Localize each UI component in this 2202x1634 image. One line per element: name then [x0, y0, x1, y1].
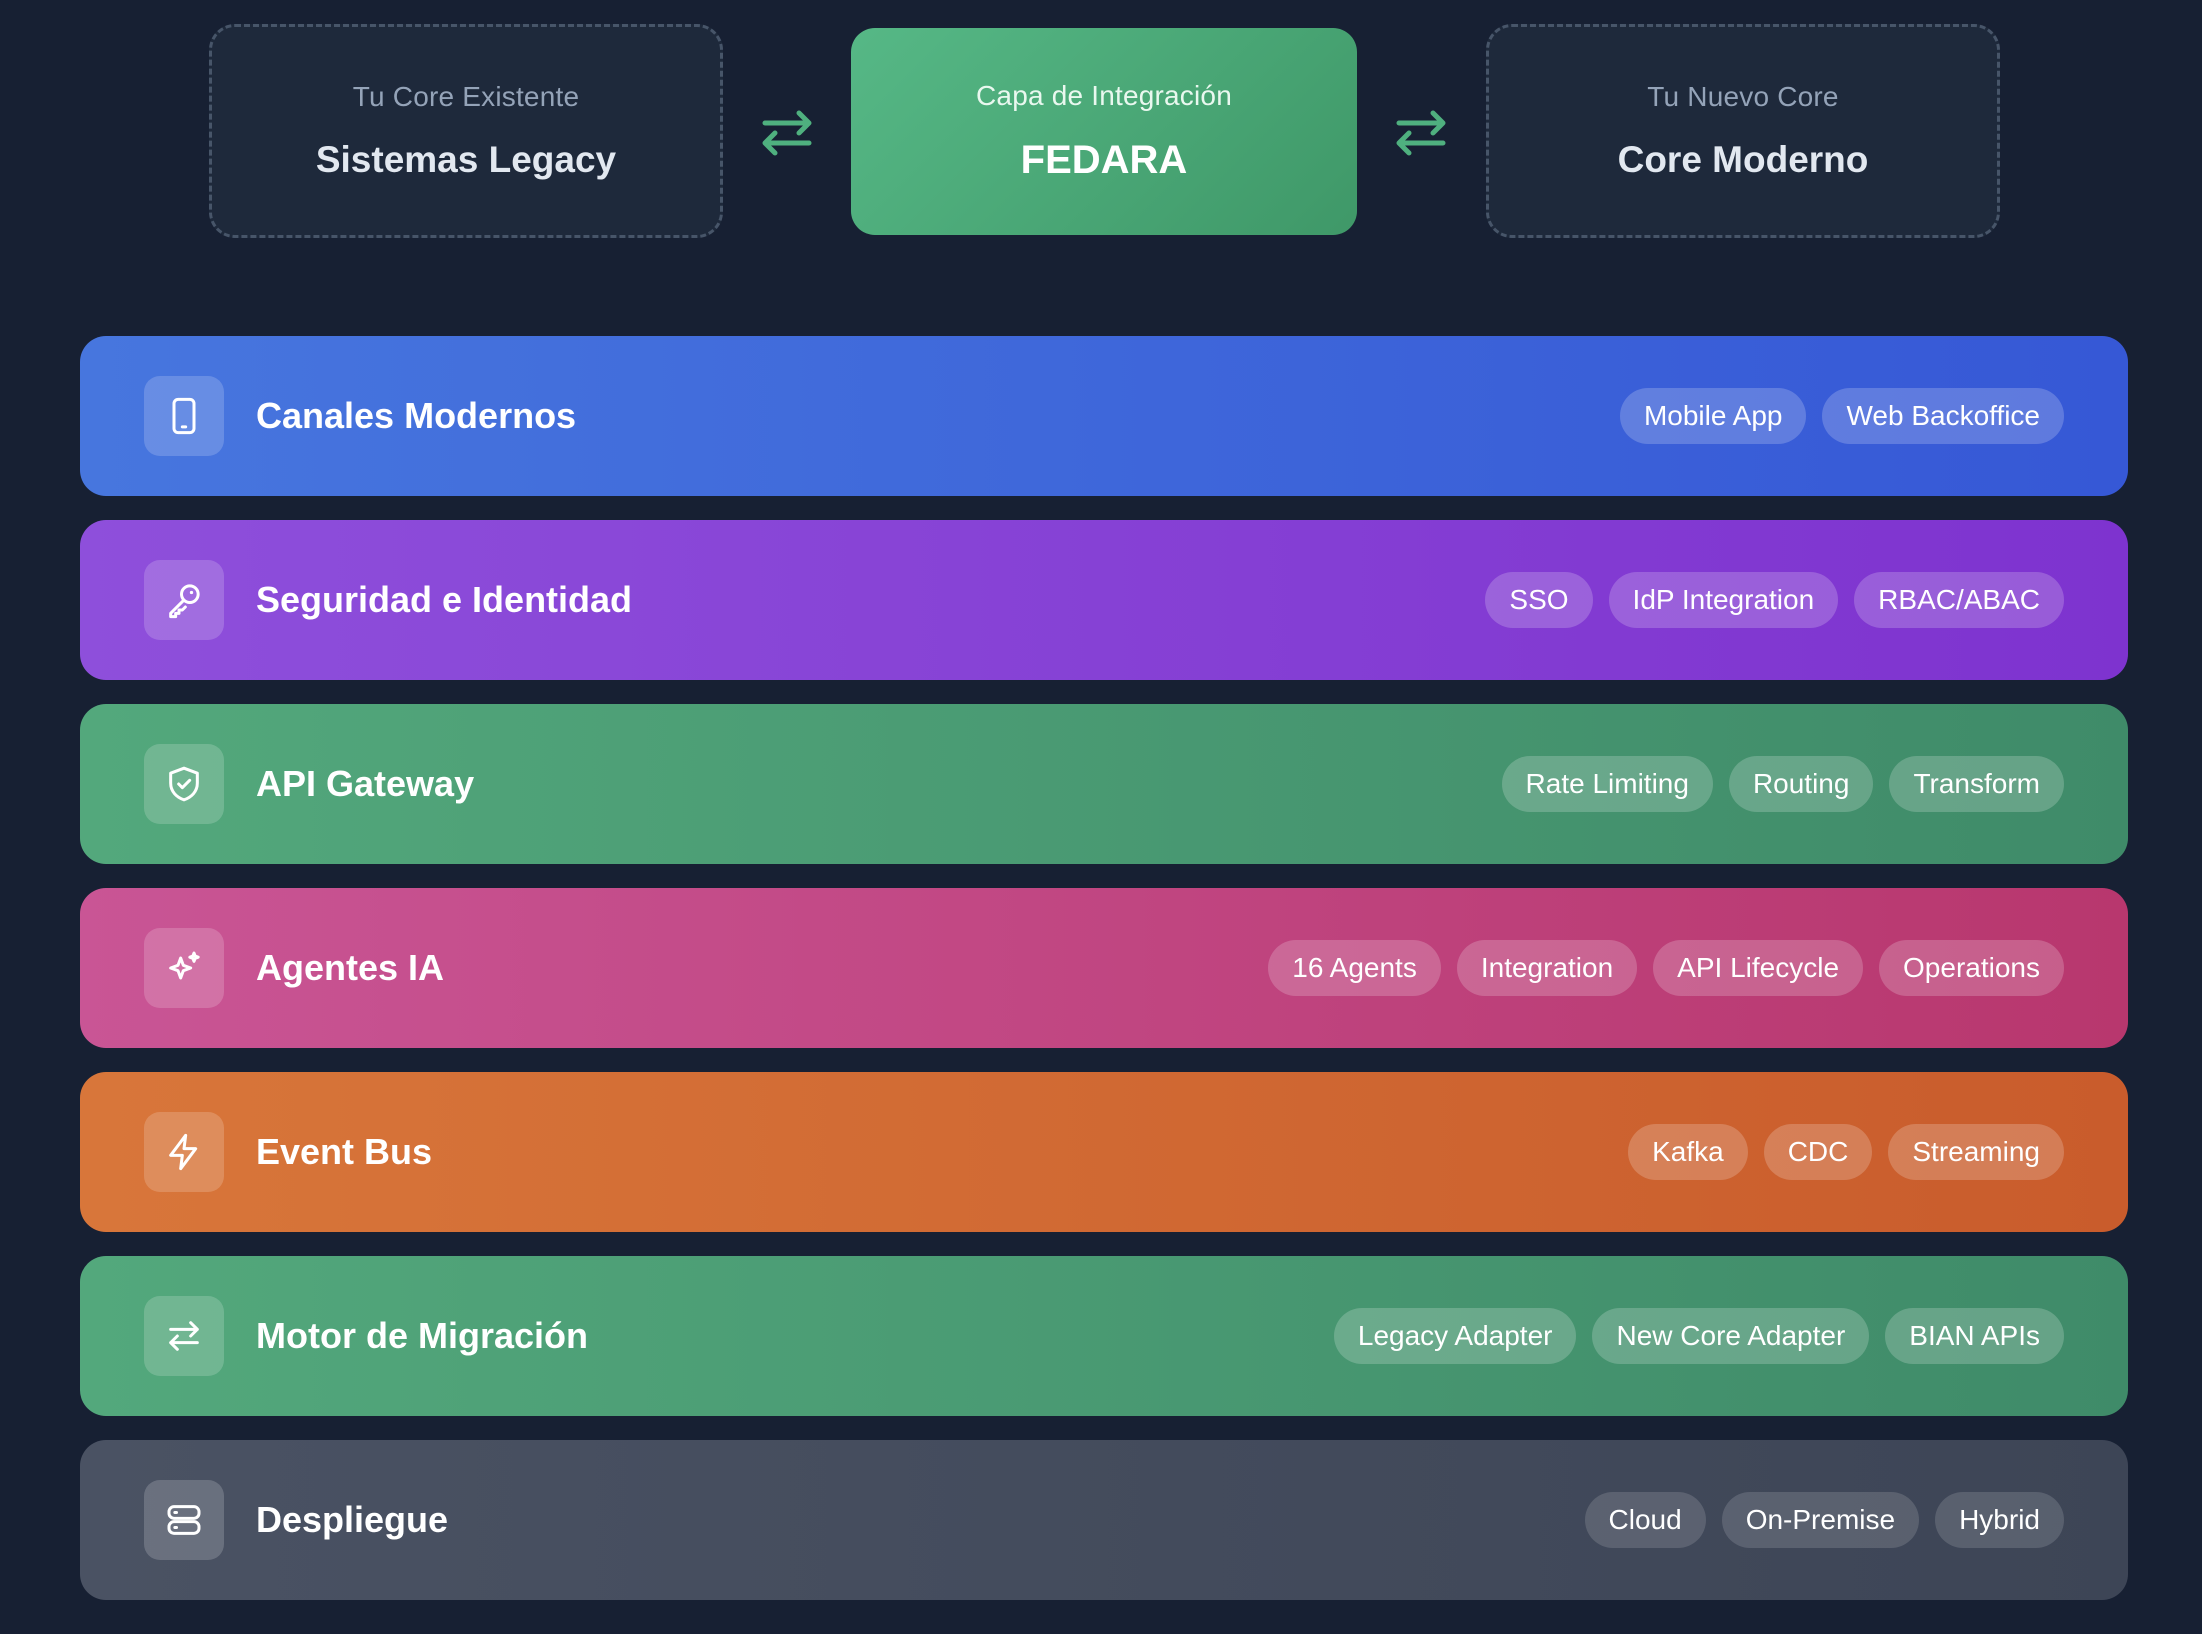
modern-core-title: Core Moderno — [1617, 139, 1869, 180]
layer-agentes-ia: Agentes IA 16 Agents Integration API Lif… — [80, 888, 2128, 1048]
tag: Web Backoffice — [1822, 388, 2064, 444]
tag: Legacy Adapter — [1333, 1308, 1577, 1364]
tag: Routing — [1728, 756, 1874, 812]
layer-tags: Rate Limiting Routing Transform — [1501, 756, 2064, 812]
swap-arrows-icon — [1396, 110, 1446, 156]
layer-title: Motor de Migración — [256, 1315, 588, 1356]
tag: BIAN APIs — [1885, 1308, 2064, 1364]
fedara-integration-box: Capa de Integración FEDARA — [851, 28, 1357, 235]
integration-row: Tu Core Existente Sistemas Legacy Capa d… — [0, 0, 2202, 260]
smartphone-icon — [144, 376, 224, 456]
tag: Integration — [1456, 940, 1638, 996]
modern-core-subtitle: Tu Nuevo Core — [1647, 81, 1839, 112]
zap-icon — [144, 1112, 224, 1192]
legacy-core-title: Sistemas Legacy — [315, 139, 617, 180]
tag: Hybrid — [1935, 1492, 2064, 1548]
layer-title: Seguridad e Identidad — [256, 579, 633, 620]
layer-tags: Kafka CDC Streaming — [1628, 1124, 2064, 1180]
legacy-core-box: Tu Core Existente Sistemas Legacy — [209, 24, 723, 238]
tag: Cloud — [1584, 1492, 1706, 1548]
layer-tags: 16 Agents Integration API Lifecycle Oper… — [1268, 940, 2064, 996]
tag: API Lifecycle — [1653, 940, 1864, 996]
layer-title: Event Bus — [256, 1131, 433, 1172]
arrow-left-right-icon — [144, 1296, 224, 1376]
sparkles-icon — [144, 928, 224, 1008]
layer-despliegue: Despliegue Cloud On-Premise Hybrid — [80, 1440, 2128, 1600]
tag: 16 Agents — [1268, 940, 1441, 996]
tag: CDC — [1763, 1124, 1873, 1180]
tag: Kafka — [1628, 1124, 1748, 1180]
layer-title: Despliegue — [256, 1499, 449, 1540]
tag: New Core Adapter — [1592, 1308, 1870, 1364]
shield-check-icon — [144, 744, 224, 824]
key-icon — [144, 560, 224, 640]
tag: Rate Limiting — [1501, 756, 1713, 812]
server-icon — [144, 1480, 224, 1560]
fedara-title: FEDARA — [1020, 138, 1188, 182]
tag: Operations — [1879, 940, 2064, 996]
layer-tags: Cloud On-Premise Hybrid — [1584, 1492, 2064, 1548]
modern-core-box: Tu Nuevo Core Core Moderno — [1486, 24, 2000, 238]
tag: On-Premise — [1721, 1492, 1920, 1548]
tag: SSO — [1485, 572, 1593, 628]
architecture-layers: Canales Modernos Mobile App Web Backoffi… — [80, 336, 2128, 1600]
layer-api-gateway: API Gateway Rate Limiting Routing Transf… — [80, 704, 2128, 864]
layer-canales-modernos: Canales Modernos Mobile App Web Backoffi… — [80, 336, 2128, 496]
layer-tags: Mobile App Web Backoffice — [1619, 388, 2064, 444]
tag: Transform — [1889, 756, 2064, 812]
tag: Streaming — [1888, 1124, 2064, 1180]
layer-tags: Legacy Adapter New Core Adapter BIAN API… — [1333, 1308, 2064, 1364]
layer-title: Agentes IA — [256, 947, 445, 988]
fedara-subtitle: Capa de Integración — [976, 80, 1232, 111]
layer-seguridad-identidad: Seguridad e Identidad SSO IdP Integratio… — [80, 520, 2128, 680]
layer-title: Canales Modernos — [256, 395, 577, 436]
layer-tags: SSO IdP Integration RBAC/ABAC — [1485, 572, 2064, 628]
layer-title: API Gateway — [256, 763, 475, 804]
swap-arrows-icon — [762, 110, 812, 156]
tag: Mobile App — [1619, 388, 1807, 444]
layer-event-bus: Event Bus Kafka CDC Streaming — [80, 1072, 2128, 1232]
tag: IdP Integration — [1608, 572, 1839, 628]
legacy-core-subtitle: Tu Core Existente — [352, 81, 580, 112]
layer-motor-migracion: Motor de Migración Legacy Adapter New Co… — [80, 1256, 2128, 1416]
tag: RBAC/ABAC — [1854, 572, 2064, 628]
